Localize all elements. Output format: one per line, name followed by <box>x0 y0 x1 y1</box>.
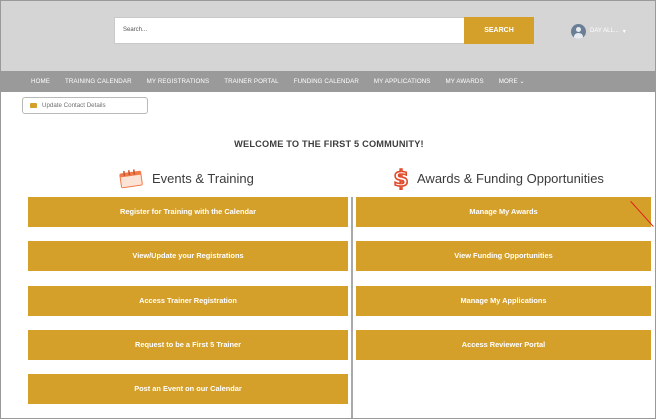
nav-training-calendar[interactable]: TRAINING CALENDAR <box>65 78 132 85</box>
svg-text:$: $ <box>393 167 408 190</box>
top-bar: Search... SEARCH DAY ALL... ▾ <box>1 1 655 71</box>
access-reviewer-portal-button[interactable]: Access Reviewer Portal <box>356 330 651 360</box>
awards-funding-heading: $ Awards & Funding Opportunities <box>391 166 604 190</box>
manage-applications-button[interactable]: Manage My Applications <box>356 286 651 316</box>
id-card-icon <box>30 103 37 108</box>
access-trainer-registration-button[interactable]: Access Trainer Registration <box>28 286 348 316</box>
awards-funding-title: Awards & Funding Opportunities <box>417 170 604 186</box>
user-menu[interactable]: DAY ALL... ▾ <box>571 22 626 40</box>
page-frame: Search... SEARCH DAY ALL... ▾ HOME TRAIN… <box>0 0 656 419</box>
nav-funding-calendar[interactable]: FUNDING CALENDAR <box>294 78 359 85</box>
nav-my-applications[interactable]: MY APPLICATIONS <box>374 78 431 85</box>
dollar-icon: $ <box>393 166 410 190</box>
nav-more[interactable]: MORE ⌄ <box>499 78 525 85</box>
update-contact-button[interactable]: Update Contact Details <box>22 97 148 114</box>
search-input[interactable]: Search... <box>114 17 464 44</box>
column-divider <box>351 197 353 418</box>
register-training-button[interactable]: Register for Training with the Calendar <box>28 197 348 227</box>
nav-trainer-portal[interactable]: TRAINER PORTAL <box>224 78 278 85</box>
events-training-heading: Events & Training <box>118 166 254 190</box>
chevron-down-icon: ▾ <box>622 28 626 35</box>
view-funding-opportunities-button[interactable]: View Funding Opportunities <box>356 241 651 271</box>
main-nav: HOME TRAINING CALENDAR MY REGISTRATIONS … <box>1 71 655 92</box>
manage-awards-button[interactable]: Manage My Awards <box>356 197 651 227</box>
calendar-icon <box>119 169 143 189</box>
events-training-title: Events & Training <box>152 170 254 186</box>
update-contact-label: Update Contact Details <box>42 102 106 109</box>
nav-my-awards[interactable]: MY AWARDS <box>446 78 484 85</box>
request-first5-trainer-button[interactable]: Request to be a First 5 Trainer <box>28 330 348 360</box>
view-update-registrations-button[interactable]: View/Update your Registrations <box>28 241 348 271</box>
welcome-heading: WELCOME TO THE FIRST 5 COMMUNITY! <box>234 139 424 149</box>
nav-my-registrations[interactable]: MY REGISTRATIONS <box>147 78 210 85</box>
post-event-button[interactable]: Post an Event on our Calendar <box>28 374 348 404</box>
nav-home[interactable]: HOME <box>31 78 50 85</box>
user-avatar-icon <box>571 23 586 39</box>
user-name: DAY ALL... <box>590 28 619 34</box>
search-button[interactable]: SEARCH <box>464 17 534 44</box>
